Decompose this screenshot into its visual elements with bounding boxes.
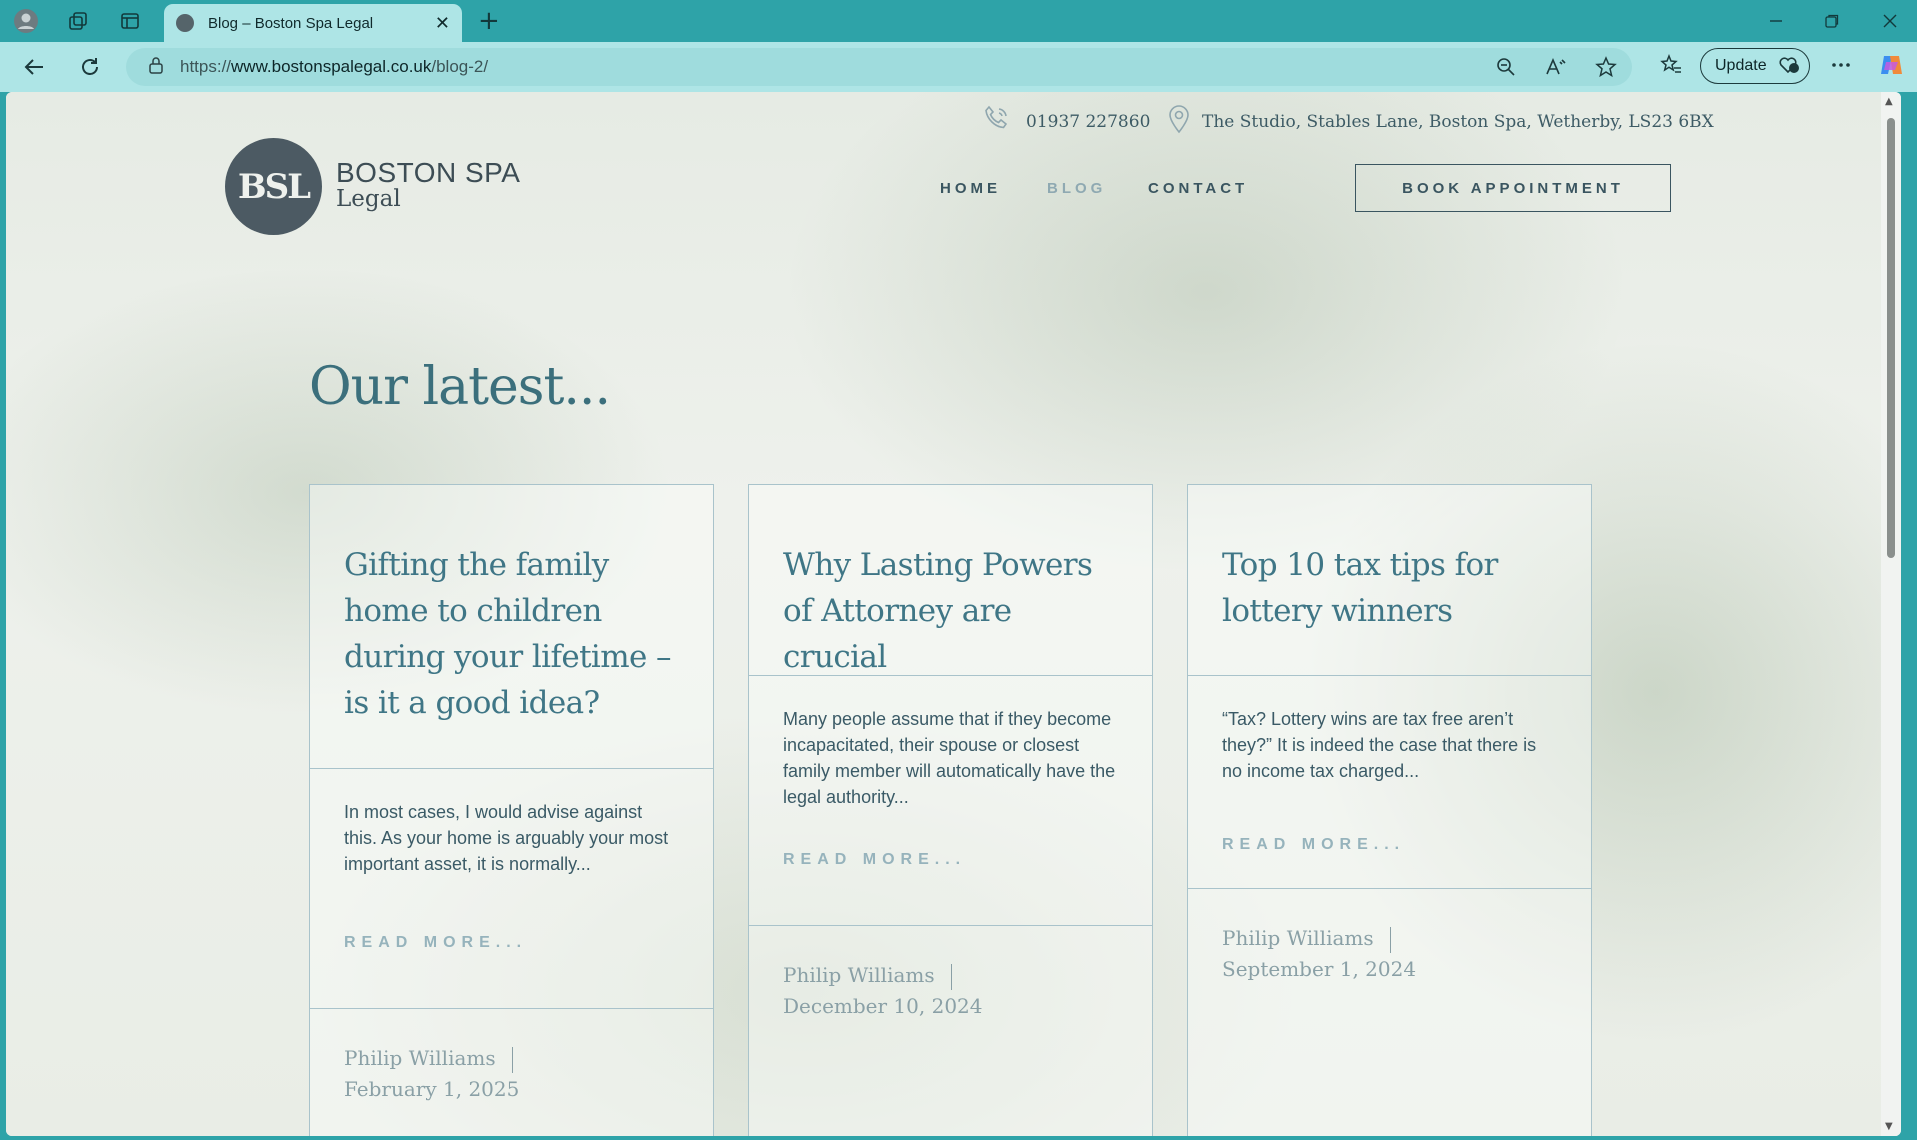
browser-tab-bar: Blog – Boston Spa Legal ✕ +	[0, 0, 1917, 42]
copilot-icon[interactable]	[1876, 50, 1906, 80]
read-more-link[interactable]: READ MORE...	[783, 851, 1118, 869]
scroll-down-arrow-icon[interactable]: ▼	[1885, 1121, 1893, 1132]
read-more-link[interactable]: READ MORE...	[1222, 836, 1557, 854]
post-author: Philip Williams	[1222, 926, 1374, 950]
reload-icon[interactable]	[74, 52, 106, 82]
url-text[interactable]: https://www.bostonspalegal.co.uk/blog-2/	[180, 57, 488, 77]
blog-card[interactable]: Why Lasting Powers of Attorney are cruci…	[748, 484, 1153, 1136]
page-scrollbar[interactable]: ▲ ▼	[1881, 92, 1901, 1136]
location-pin-icon	[1166, 104, 1192, 139]
blog-card[interactable]: Gifting the family home to children duri…	[309, 484, 714, 1136]
post-author: Philip Williams	[783, 963, 935, 987]
update-label: Update	[1715, 57, 1767, 74]
address-info: The Studio, Stables Lane, Boston Spa, We…	[1166, 104, 1714, 139]
post-excerpt: “Tax? Lottery wins are tax free aren’t t…	[1222, 709, 1537, 781]
lock-icon[interactable]	[148, 56, 168, 78]
more-options-icon[interactable]	[1826, 50, 1856, 80]
blog-card[interactable]: Top 10 tax tips for lottery winners “Tax…	[1187, 484, 1592, 1136]
browser-toolbar: https://www.bostonspalegal.co.uk/blog-2/…	[0, 42, 1917, 92]
tab-actions-icon[interactable]	[116, 8, 144, 34]
post-author: Philip Williams	[344, 1046, 496, 1070]
nav-contact[interactable]: CONTACT	[1148, 180, 1248, 197]
back-icon[interactable]	[18, 52, 50, 82]
window-close-icon[interactable]	[1870, 8, 1910, 34]
brand-line-1: BOSTON SPA	[336, 157, 521, 188]
address-bar[interactable]: https://www.bostonspalegal.co.uk/blog-2/	[126, 48, 1632, 86]
brand-wordmark[interactable]: BOSTON SPA Legal	[336, 157, 521, 212]
post-excerpt: In most cases, I would advise against th…	[344, 802, 669, 874]
new-tab-icon[interactable]: +	[478, 6, 500, 36]
zoom-out-icon[interactable]	[1494, 55, 1518, 79]
nav-home[interactable]: HOME	[940, 180, 1001, 197]
page-heading: Our latest...	[309, 357, 611, 417]
update-button[interactable]: Update	[1700, 48, 1810, 84]
meta-divider	[1389, 926, 1392, 953]
phone-info[interactable]: 01937 227860	[982, 104, 1150, 139]
tab-active[interactable]: Blog – Boston Spa Legal ✕	[164, 4, 462, 42]
post-title[interactable]: Why Lasting Powers of Attorney are cruci…	[783, 542, 1118, 680]
scrollbar-thumb[interactable]	[1887, 118, 1895, 558]
book-appointment-button[interactable]: BOOK APPOINTMENT	[1355, 164, 1671, 212]
phone-number[interactable]: 01937 227860	[1026, 112, 1150, 132]
restore-icon[interactable]	[1812, 8, 1852, 34]
meta-divider	[950, 963, 953, 990]
post-title[interactable]: Gifting the family home to children duri…	[344, 542, 679, 726]
minimize-icon[interactable]	[1756, 8, 1796, 34]
meta-divider	[511, 1046, 514, 1073]
tab-close-icon[interactable]: ✕	[435, 13, 450, 34]
post-title[interactable]: Top 10 tax tips for lottery winners	[1222, 542, 1557, 634]
tab-title: Blog – Boston Spa Legal	[208, 14, 374, 32]
page-viewport: 01937 227860 The Studio, Stables Lane, B…	[6, 92, 1901, 1136]
logo-mark[interactable]: BSL	[225, 138, 322, 235]
workspaces-icon[interactable]	[64, 8, 92, 34]
read-aloud-icon[interactable]	[1544, 55, 1568, 79]
site-favicon-icon	[176, 14, 194, 32]
scroll-up-arrow-icon[interactable]: ▲	[1885, 96, 1893, 107]
read-more-link[interactable]: READ MORE...	[344, 934, 679, 952]
nav-blog[interactable]: BLOG	[1047, 180, 1106, 197]
favorites-icon[interactable]	[1656, 50, 1686, 80]
post-date: February 1, 2025	[344, 1077, 520, 1101]
brand-line-2: Legal	[336, 186, 401, 212]
post-excerpt: Many people assume that if they become i…	[783, 709, 1116, 807]
heart-badge-icon	[1777, 54, 1801, 79]
office-address: The Studio, Stables Lane, Boston Spa, We…	[1202, 111, 1714, 132]
post-date: December 10, 2024	[783, 994, 983, 1018]
favorite-star-icon[interactable]	[1594, 55, 1618, 79]
profile-avatar-icon[interactable]	[12, 8, 40, 34]
phone-icon	[982, 104, 1012, 139]
post-date: September 1, 2024	[1222, 957, 1417, 981]
